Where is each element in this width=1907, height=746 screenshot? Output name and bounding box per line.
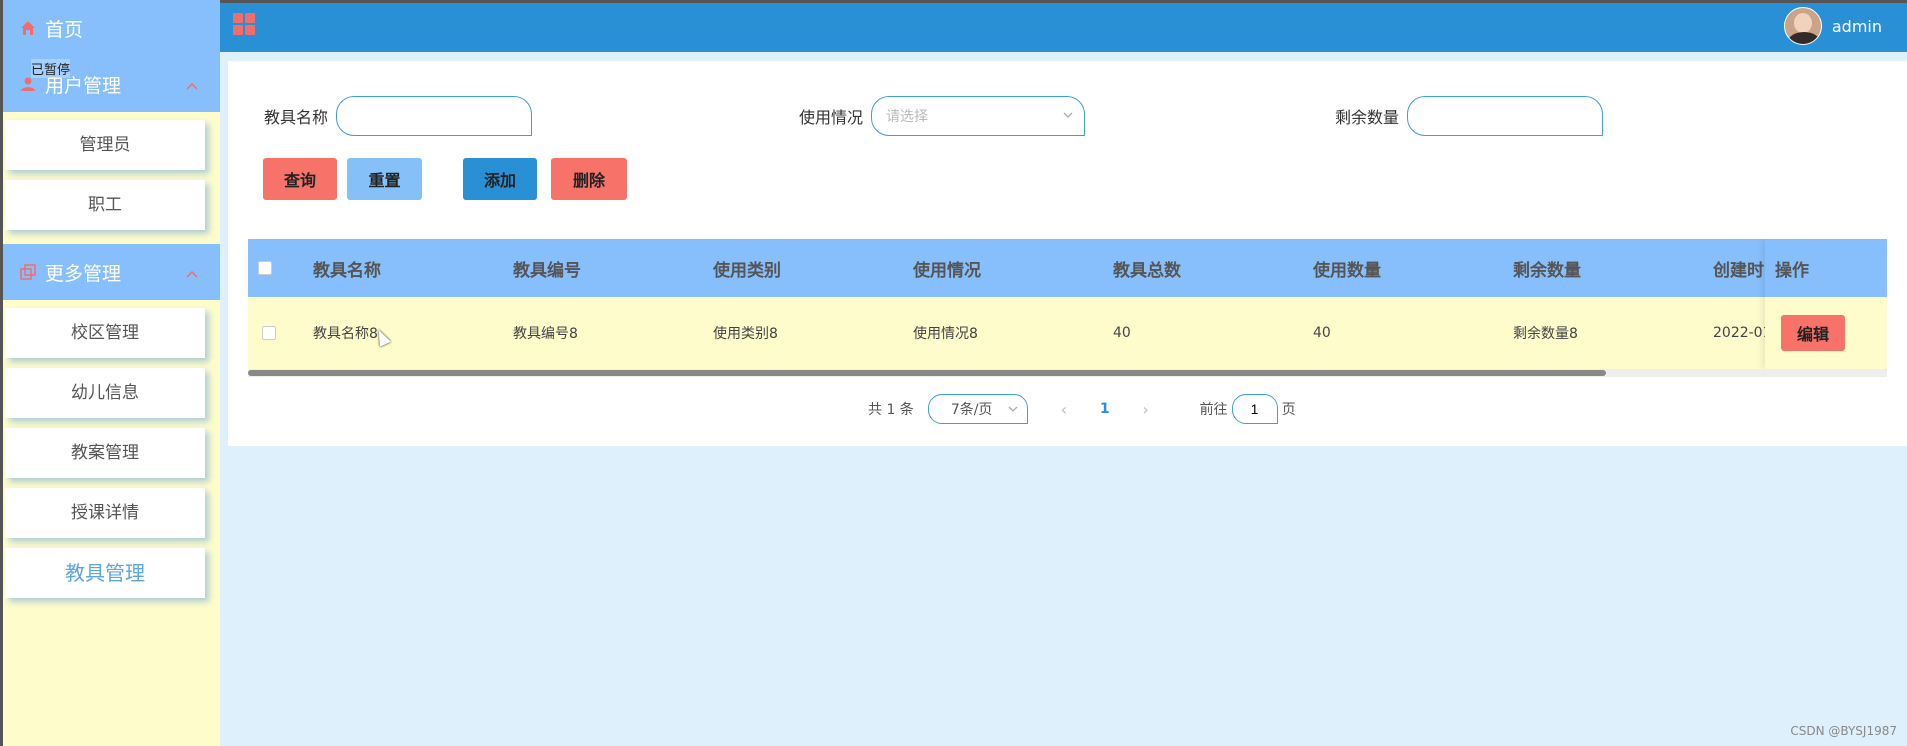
edit-button[interactable]: 编辑 bbox=[1781, 315, 1845, 351]
sidebar-item-teaching-details[interactable]: 授课详情 bbox=[5, 488, 205, 538]
search-form: 教具名称 使用情况 请选择 剩余数量 bbox=[228, 96, 1907, 136]
horizontal-scrollbar[interactable] bbox=[248, 369, 1887, 377]
avatar[interactable] bbox=[1783, 7, 1822, 45]
menu-home[interactable]: 首页 bbox=[3, 0, 220, 56]
usage-select-placeholder: 请选择 bbox=[886, 109, 929, 125]
operations-column: 操作 编辑 bbox=[1765, 239, 1887, 369]
chevron-up-icon bbox=[186, 261, 198, 283]
more-management-submenu: 校区管理 幼儿信息 教案管理 授课详情 教具管理 bbox=[3, 300, 220, 612]
col-header[interactable]: 教具总数 bbox=[1113, 239, 1303, 297]
sidebar-item-admin[interactable]: 管理员 bbox=[5, 120, 205, 170]
user-management-submenu: 管理员 职工 bbox=[3, 112, 220, 244]
menu-home-label: 首页 bbox=[45, 18, 84, 41]
copy-icon bbox=[19, 263, 37, 281]
menu-more-management[interactable]: 更多管理 bbox=[3, 244, 220, 300]
sidebar-item-staff[interactable]: 职工 bbox=[5, 180, 205, 230]
col-header[interactable]: 剩余数量 bbox=[1513, 239, 1703, 297]
name-label: 教具名称 bbox=[264, 108, 329, 127]
table-row[interactable]: 教具名称8 教具编号8 使用类别8 使用情况8 40 40 剩余数量8 2022… bbox=[248, 297, 1887, 369]
watermark: CSDN @BYSJ1987 bbox=[1790, 724, 1897, 738]
reset-button[interactable]: 重置 bbox=[347, 158, 422, 200]
pagination: 共 1 条 7条/页 ‹ 1 › 前往 页 bbox=[868, 394, 1296, 424]
chevron-down-icon bbox=[1062, 109, 1074, 125]
goto-page-input[interactable] bbox=[1231, 394, 1278, 424]
sidebar-item-teaching-aids[interactable]: 教具管理 bbox=[5, 548, 205, 598]
query-button[interactable]: 查询 bbox=[263, 158, 337, 200]
col-header[interactable]: 教具名称 bbox=[313, 239, 503, 297]
top-header: admin bbox=[220, 0, 1907, 52]
table-cell: 2022-01- bbox=[1713, 325, 1773, 341]
sidebar-item-campus[interactable]: 校区管理 bbox=[5, 308, 205, 358]
total-count: 共 1 条 bbox=[868, 402, 914, 418]
goto-suffix: 页 bbox=[1281, 402, 1296, 418]
sidebar-item-children[interactable]: 幼儿信息 bbox=[5, 368, 205, 418]
col-header[interactable]: 使用类别 bbox=[713, 239, 903, 297]
table-cell: 40 bbox=[1113, 325, 1131, 341]
remaining-input[interactable] bbox=[1407, 96, 1604, 136]
user-name: admin bbox=[1831, 16, 1882, 36]
home-icon bbox=[19, 19, 37, 37]
remaining-label: 剩余数量 bbox=[1335, 108, 1400, 127]
select-all-cell bbox=[258, 239, 278, 297]
page-size-select[interactable]: 7条/页 bbox=[927, 394, 1028, 424]
menu-more-management-label: 更多管理 bbox=[45, 262, 122, 285]
scrollbar-thumb[interactable] bbox=[248, 370, 1606, 376]
name-input[interactable] bbox=[336, 96, 533, 136]
row-select-cell bbox=[262, 297, 282, 369]
remaining-field: 剩余数量 bbox=[1335, 96, 1604, 136]
table-cell: 剩余数量8 bbox=[1513, 326, 1578, 342]
goto-prefix: 前往 bbox=[1199, 402, 1228, 418]
usage-label: 使用情况 bbox=[799, 108, 864, 127]
col-header[interactable]: 使用情况 bbox=[913, 239, 1103, 297]
name-field: 教具名称 bbox=[264, 96, 533, 136]
col-header[interactable]: 使用数量 bbox=[1313, 239, 1503, 297]
data-table: 教具名称 教具编号 使用类别 使用情况 教具总数 使用数量 剩余数量 创建时间 … bbox=[248, 239, 1887, 379]
col-header[interactable]: 教具编号 bbox=[513, 239, 703, 297]
content-panel: 教具名称 使用情况 请选择 剩余数量 查询 重置 添加 删除 教具名称 教具编号… bbox=[228, 61, 1907, 446]
grid-menu-icon[interactable] bbox=[233, 13, 255, 35]
table-cell: 40 bbox=[1313, 325, 1331, 341]
sidebar-item-lesson-plans[interactable]: 教案管理 bbox=[5, 428, 205, 478]
table-header: 教具名称 教具编号 使用类别 使用情况 教具总数 使用数量 剩余数量 创建时间 bbox=[248, 239, 1887, 297]
col-header-operations: 操作 bbox=[1765, 239, 1887, 297]
delete-button[interactable]: 删除 bbox=[551, 158, 627, 200]
prev-page-icon[interactable]: ‹ bbox=[1054, 400, 1074, 419]
row-checkbox[interactable] bbox=[262, 326, 276, 340]
paused-indicator: 已暂停 bbox=[31, 59, 71, 78]
user-menu[interactable]: admin bbox=[1783, 7, 1882, 45]
page-number[interactable]: 1 bbox=[1100, 401, 1110, 417]
table-cell: 教具编号8 bbox=[513, 326, 578, 342]
table-cell: 使用情况8 bbox=[913, 326, 978, 342]
usage-select[interactable]: 请选择 bbox=[871, 96, 1086, 136]
select-all-checkbox[interactable] bbox=[258, 261, 272, 275]
page-size-value: 7条/页 bbox=[950, 402, 993, 418]
operations-cell: 编辑 bbox=[1765, 297, 1887, 369]
table-cell: 使用类别8 bbox=[713, 326, 778, 342]
usage-field: 使用情况 请选择 bbox=[799, 96, 1086, 136]
table-cell: 教具名称8 bbox=[313, 326, 378, 342]
next-page-icon[interactable]: › bbox=[1136, 400, 1156, 419]
chevron-up-icon bbox=[186, 73, 198, 95]
col-header[interactable]: 创建时间 bbox=[1713, 239, 1773, 297]
sidebar: 首页 已暂停 用户管理 管理员 职工 更多管理 校区管理 幼儿信息 教案管理 授… bbox=[0, 0, 220, 746]
add-button[interactable]: 添加 bbox=[463, 158, 537, 200]
chevron-down-icon bbox=[1007, 403, 1019, 419]
